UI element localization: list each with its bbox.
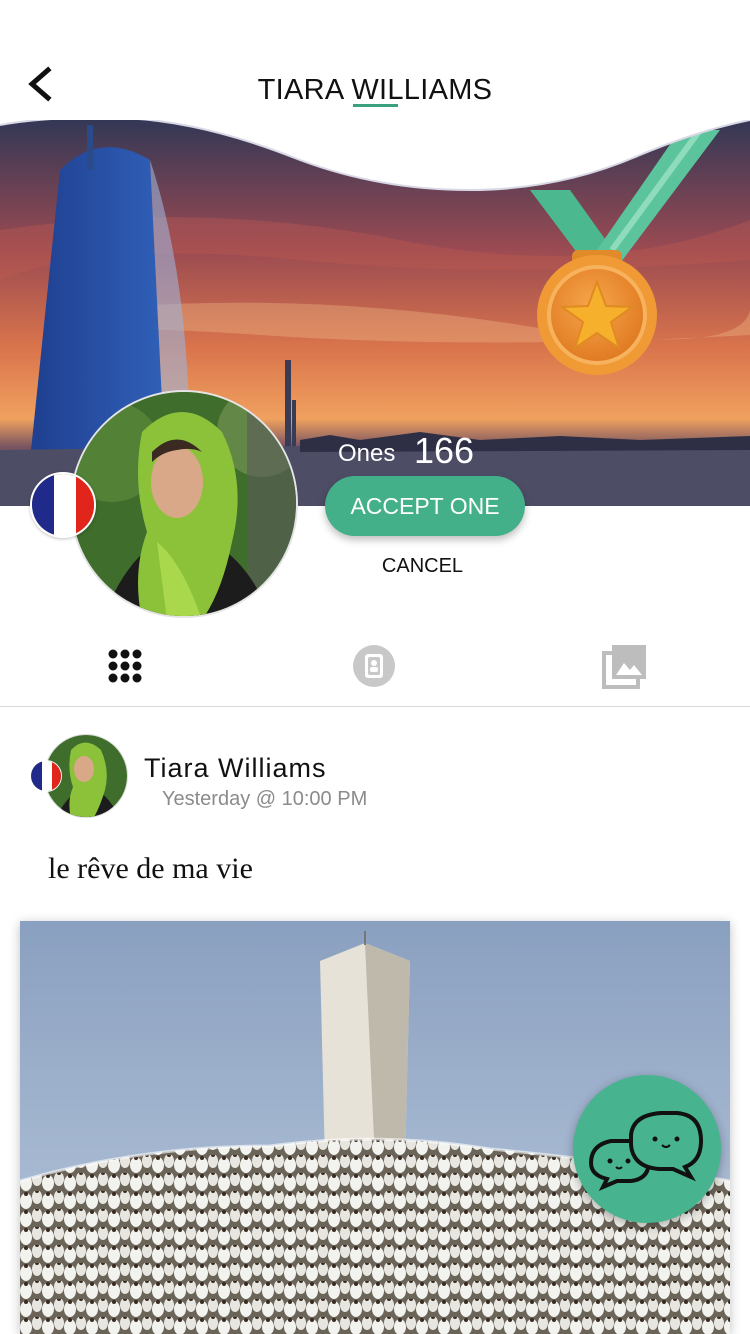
contact-card-icon <box>353 645 395 687</box>
tab-photos[interactable] <box>602 643 648 689</box>
chat-bubbles-icon <box>588 1111 704 1191</box>
profile-tabs <box>0 625 750 707</box>
title-underline <box>353 104 398 107</box>
france-flag-icon <box>30 472 96 538</box>
cancel-button[interactable]: CANCEL <box>325 555 520 578</box>
page-title: TIARA WILLIAMS <box>257 74 493 106</box>
tab-grid[interactable] <box>102 643 148 689</box>
post-text: le rêve de ma vie <box>48 852 253 885</box>
photo-gallery-icon <box>602 645 646 689</box>
post-timestamp: Yesterday @ 10:00 PM <box>162 788 368 810</box>
post-author-name[interactable]: Tiara Williams <box>144 753 327 784</box>
grid-icon <box>108 649 142 683</box>
profile-avatar[interactable] <box>70 390 298 618</box>
chat-button[interactable] <box>573 1075 721 1223</box>
france-flag-small-icon <box>30 760 62 792</box>
ones-count: 166 <box>414 430 475 471</box>
top-bar: TIARA WILLIAMS <box>0 0 750 120</box>
ones-label: Ones <box>338 440 396 467</box>
accept-one-button[interactable]: ACCEPT ONE <box>325 476 525 536</box>
tab-contacts[interactable] <box>351 643 397 689</box>
